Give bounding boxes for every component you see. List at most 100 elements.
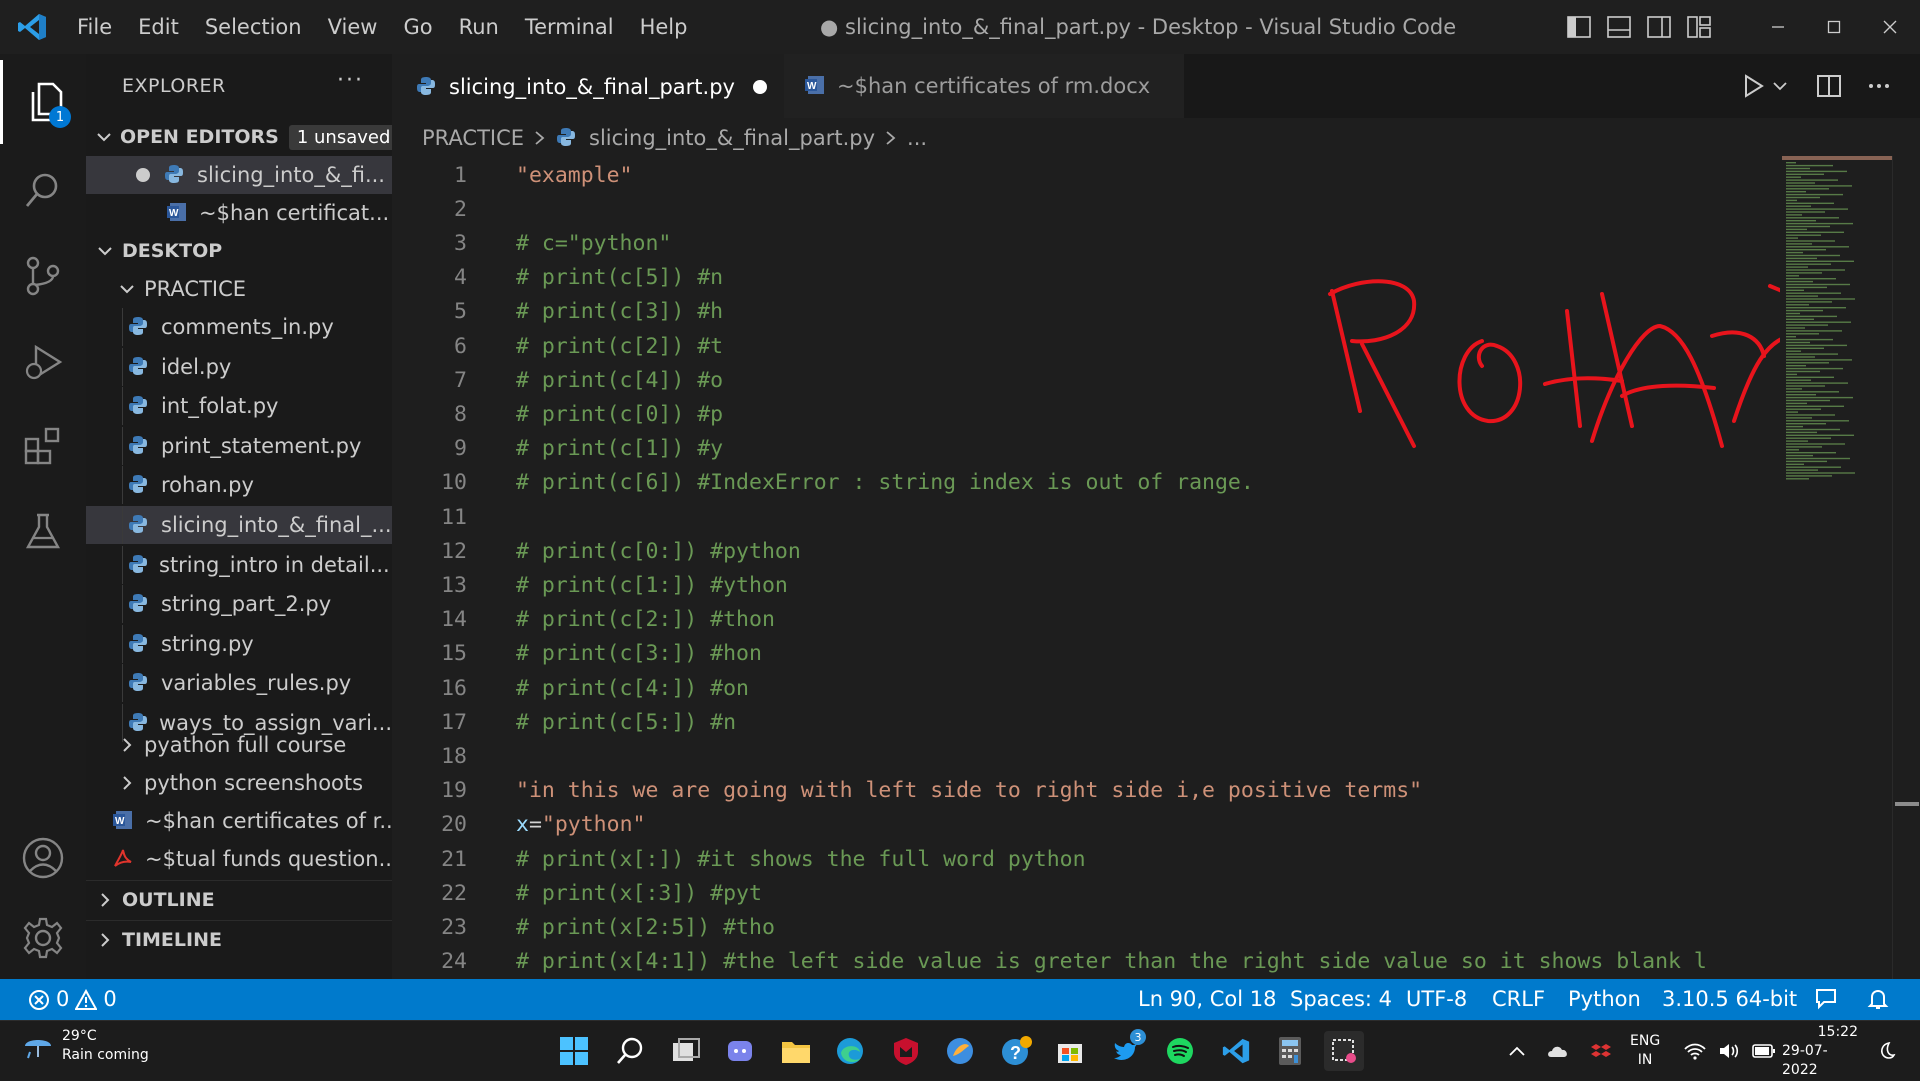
code-line[interactable]: 16 # print(c[4:]) #on [392, 671, 1780, 705]
file-item[interactable]: print_statement.py [86, 426, 392, 465]
chevron-down-icon[interactable] [1772, 78, 1788, 94]
file-item[interactable]: idel.py [86, 347, 392, 386]
file-item[interactable]: comments_in.py [86, 308, 392, 346]
feedback-icon[interactable] [1814, 987, 1838, 1011]
code-line[interactable]: 14 # print(c[2:]) #thon [392, 603, 1780, 637]
file-item[interactable]: slicing_into_&_final_... [86, 506, 392, 544]
taskbar-search-icon[interactable] [610, 1031, 650, 1071]
focus-assist-moon-icon[interactable] [1876, 1021, 1896, 1081]
teams-chat-icon[interactable] [720, 1031, 760, 1071]
toggle-secondary-sidebar-icon[interactable] [1644, 12, 1674, 42]
account-icon[interactable] [0, 816, 86, 900]
menu-selection[interactable]: Selection [192, 0, 315, 54]
code-line[interactable]: 20 x="python" [392, 808, 1780, 842]
menu-view[interactable]: View [315, 0, 391, 54]
tab-slicing-file[interactable]: slicing_into_&_final_part.py [392, 54, 784, 118]
outline-section[interactable]: OUTLINE [86, 880, 392, 918]
open-editor-item[interactable]: slicing_into_&_fi... [86, 156, 392, 194]
file-pdf-funds[interactable]: ~$tual funds question... [86, 840, 392, 878]
twitter-icon[interactable]: 3 [1106, 1029, 1146, 1071]
task-view-icon[interactable] [666, 1031, 706, 1071]
file-item[interactable]: string.py [86, 624, 392, 663]
vscode-taskbar-icon[interactable] [1216, 1031, 1256, 1071]
folder-pyathon-full-course[interactable]: pyathon full course [86, 726, 392, 764]
split-editor-icon[interactable] [1816, 73, 1842, 99]
source-control-icon[interactable] [0, 234, 86, 318]
cursor-position[interactable]: Ln 90, Col 18 [1138, 979, 1277, 1020]
extensions-icon[interactable] [0, 404, 86, 488]
clock[interactable]: 15:22 29-07-2022 [1782, 1021, 1858, 1081]
code-line[interactable]: 13 # print(c[1:]) #ython [392, 568, 1780, 602]
weather-widget[interactable]: 29°C Rain coming [22, 1027, 149, 1065]
mcafee-icon[interactable] [886, 1031, 926, 1071]
menu-file[interactable]: File [64, 0, 125, 54]
windows-start-icon[interactable] [554, 1031, 594, 1071]
minimap[interactable] [1782, 156, 1892, 979]
indentation[interactable]: Spaces: 4 [1290, 979, 1392, 1020]
calculator-icon[interactable] [1270, 1031, 1310, 1071]
menu-terminal[interactable]: Terminal [512, 0, 627, 54]
file-explorer-icon[interactable] [776, 1031, 816, 1071]
menu-edit[interactable]: Edit [125, 0, 192, 54]
toggle-primary-sidebar-icon[interactable] [1564, 12, 1594, 42]
snipping-tool-icon[interactable] [1324, 1031, 1364, 1071]
notifications-bell-icon[interactable] [1866, 987, 1890, 1011]
close-icon[interactable] [1862, 0, 1918, 54]
code-line[interactable]: 19 "in this we are going with left side t… [392, 774, 1780, 808]
breadcrumb-more[interactable]: ... [907, 126, 927, 150]
code-line[interactable]: 18 [392, 739, 1780, 773]
menu-help[interactable]: Help [627, 0, 701, 54]
input-language[interactable]: ENG IN [1630, 1021, 1660, 1081]
edge-browser-icon[interactable] [830, 1031, 870, 1071]
folder-python-screenshoots[interactable]: python screenshoots [86, 764, 392, 802]
minimize-icon[interactable] [1750, 0, 1806, 54]
help-app-icon[interactable]: ? [996, 1031, 1036, 1071]
code-line[interactable]: 22 # print(x[:3]) #pyt [392, 876, 1780, 910]
toggle-panel-icon[interactable] [1604, 12, 1634, 42]
customize-layout-icon[interactable] [1684, 12, 1714, 42]
file-item[interactable]: string_part_2.py [86, 585, 392, 624]
code-line[interactable]: 17 # print(c[5:]) #n [392, 705, 1780, 739]
menu-run[interactable]: Run [446, 0, 512, 54]
settings-gear-icon[interactable] [0, 896, 86, 980]
more-actions-icon[interactable] [1866, 73, 1892, 99]
language-mode[interactable]: Python [1568, 979, 1641, 1020]
explorer-more-icon[interactable]: ··· [337, 68, 364, 93]
quick-settings[interactable] [1684, 1021, 1776, 1081]
file-item[interactable]: rohan.py [86, 466, 392, 505]
breadcrumb-folder[interactable]: PRACTICE [422, 126, 524, 150]
code-line[interactable]: 15 # print(c[3:]) #hon [392, 637, 1780, 671]
file-item[interactable]: int_folat.py [86, 387, 392, 426]
dropbox-icon[interactable] [1590, 1042, 1612, 1060]
folder-practice[interactable]: PRACTICE [86, 270, 392, 308]
run-python-icon[interactable] [1740, 73, 1766, 99]
file-word-certificates[interactable]: W ~$han certificates of r... [86, 802, 392, 840]
show-hidden-icons-icon[interactable] [1508, 1044, 1526, 1058]
code-line[interactable]: 24 # print(x[4:1]) #the left side value i… [392, 945, 1780, 979]
problems-indicator[interactable]: 0 0 [28, 979, 117, 1020]
end-of-line[interactable]: CRLF [1492, 979, 1545, 1020]
unsaved-dot-icon[interactable] [752, 80, 767, 94]
testing-icon[interactable] [0, 490, 86, 574]
spotify-icon[interactable] [1160, 1031, 1200, 1071]
vertical-scrollbar[interactable] [1892, 156, 1920, 979]
scrollbar-thumb[interactable] [1895, 802, 1919, 806]
open-editor-item[interactable]: W ~$han certificat... [86, 194, 392, 232]
desktop-section[interactable]: DESKTOP [86, 232, 392, 270]
code-line[interactable]: 21 # print(x[:]) #it shows the full word … [392, 842, 1780, 876]
file-item[interactable]: string_intro in detail.... [86, 545, 392, 584]
code-line[interactable]: 23 # print(x[2:5]) #tho [392, 910, 1780, 944]
run-debug-icon[interactable] [0, 320, 86, 404]
menu-go[interactable]: Go [390, 0, 445, 54]
search-icon[interactable] [0, 148, 86, 232]
microsoft-store-icon[interactable] [1050, 1031, 1090, 1071]
onedrive-icon[interactable] [1546, 1043, 1570, 1059]
maximize-icon[interactable] [1806, 0, 1862, 54]
explorer-icon[interactable]: 1 [0, 60, 86, 144]
python-interpreter[interactable]: 3.10.5 64-bit [1662, 979, 1797, 1020]
code-editor[interactable]: 1 "example" 2 3 # c="python" 4 # print(c[5]) #… [392, 156, 1780, 979]
file-item[interactable]: variables_rules.py [86, 664, 392, 703]
paint-app-icon[interactable] [940, 1031, 980, 1071]
breadcrumb-file[interactable]: slicing_into_&_final_part.py [589, 126, 875, 150]
timeline-section[interactable]: TIMELINE [86, 920, 392, 958]
